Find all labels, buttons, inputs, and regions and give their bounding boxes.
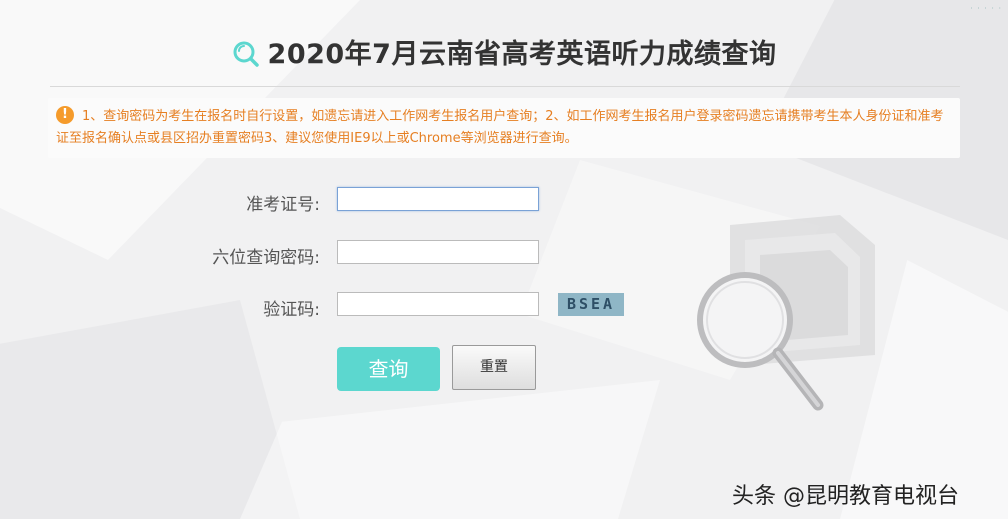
watermark: 头条 @昆明教育电视台: [732, 484, 959, 509]
reset-button[interactable]: 重置: [452, 345, 536, 390]
password-label: 六位查询密码:: [212, 248, 320, 268]
page-title-text: 2020年7月云南省高考英语听力成绩查询: [267, 39, 777, 70]
captcha-row: 验证码:: [150, 292, 550, 320]
exam-number-row: 准考证号:: [150, 187, 550, 215]
password-row: 六位查询密码:: [150, 240, 550, 268]
notice-text: 1、查询密码为考生在报名时自行设置，如遗忘请进入工作网考生报名用户查询；2、如工…: [56, 109, 944, 146]
query-button[interactable]: 查询: [337, 347, 440, 391]
exam-number-input[interactable]: [337, 187, 539, 211]
password-input[interactable]: [337, 240, 539, 264]
title-divider: [50, 86, 960, 87]
search-icon: [232, 40, 260, 68]
exam-number-label: 准考证号:: [246, 195, 320, 215]
magnifier-illustration: [690, 205, 900, 425]
captcha-input[interactable]: [337, 292, 539, 316]
notice-box: ! 1、查询密码为考生在报名时自行设置，如遗忘请进入工作网考生报名用户查询；2、…: [48, 98, 960, 158]
captcha-image[interactable]: BSEA: [558, 293, 624, 316]
page-title: 2020年7月云南省高考英语听力成绩查询: [0, 32, 1008, 71]
captcha-label: 验证码:: [263, 300, 320, 320]
corner-decoration: · · · · ·: [970, 4, 1002, 13]
